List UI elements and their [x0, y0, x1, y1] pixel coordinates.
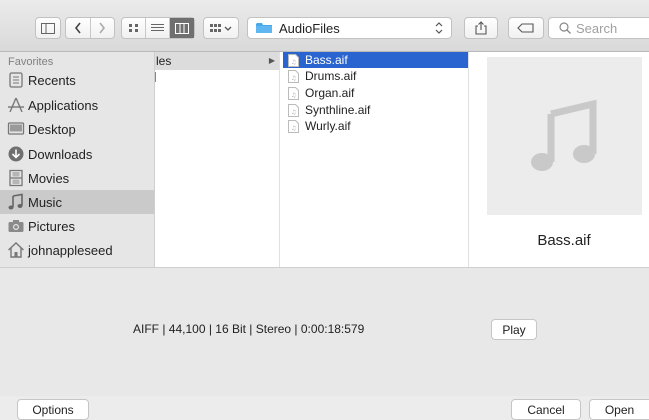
- music-note-icon: [530, 99, 596, 171]
- disclosure-triangle-icon: ▶: [268, 56, 275, 65]
- list-view-icon: [151, 24, 164, 31]
- sidebar-item-music[interactable]: Music: [0, 190, 154, 214]
- file-name: Organ.aif: [305, 86, 355, 100]
- sidebar-item-pictures[interactable]: Pictures: [0, 214, 154, 238]
- sidebar-item-movies[interactable]: Movies: [0, 166, 154, 190]
- chevron-updown-icon: [435, 22, 443, 34]
- forward-button[interactable]: [91, 18, 115, 38]
- desktop-icon: [7, 122, 25, 135]
- parent-folder-label: les: [156, 54, 172, 68]
- audio-metadata: AIFF | 44,100 | 16 Bit | Stereo | 0:00:1…: [133, 322, 365, 336]
- music-note-icon: [8, 193, 23, 210]
- sidebar-item-downloads[interactable]: Downloads: [0, 142, 154, 166]
- share-button[interactable]: [464, 17, 498, 39]
- chevron-right-icon: [99, 22, 106, 34]
- sidebar-item-recents[interactable]: Recents: [0, 68, 154, 92]
- search-field[interactable]: Search: [548, 17, 649, 39]
- view-mode-control: [121, 17, 195, 39]
- file-row[interactable]: ♫ Organ.aif: [283, 85, 468, 101]
- svg-text:♫: ♫: [291, 75, 296, 82]
- column-view-button[interactable]: [170, 18, 194, 38]
- sidebar-item-desktop[interactable]: Desktop: [0, 117, 154, 141]
- navigation-buttons: [65, 17, 115, 39]
- audio-file-icon: ♫: [288, 119, 299, 133]
- file-name: Bass.aif: [305, 53, 348, 67]
- open-button[interactable]: Open: [589, 399, 649, 420]
- share-icon: [475, 21, 487, 35]
- back-button[interactable]: [66, 18, 91, 38]
- parent-folder-row[interactable]: les ▶: [155, 52, 279, 70]
- options-button[interactable]: Options: [17, 399, 89, 420]
- file-name: Wurly.aif: [305, 119, 351, 133]
- sidebar-item-label: Pictures: [28, 218, 75, 234]
- path-popup[interactable]: AudioFiles: [247, 17, 452, 39]
- tag-icon: [517, 23, 534, 33]
- icon-view-icon: [128, 24, 138, 32]
- downloads-icon: [8, 146, 24, 162]
- audio-file-icon: ♫: [288, 53, 299, 67]
- file-name: Drums.aif: [305, 69, 357, 83]
- parent-column: les ▶: [155, 52, 280, 267]
- svg-text:♫: ♫: [291, 92, 296, 99]
- sidebar-item-label: Movies: [28, 170, 70, 186]
- icon-view-button[interactable]: [122, 18, 146, 38]
- file-row[interactable]: ♫ Synthline.aif: [283, 102, 468, 118]
- album-art-placeholder: [487, 57, 642, 215]
- play-button[interactable]: Play: [491, 319, 537, 340]
- toolbar: AudioFiles Search: [0, 0, 649, 52]
- sidebar: Favorites Recents Applications Desktop D…: [0, 52, 155, 267]
- cancel-button[interactable]: Cancel: [511, 399, 581, 420]
- file-name: Synthline.aif: [305, 103, 371, 117]
- sidebar-item-label: johnappleseed: [28, 242, 113, 258]
- sidebar-item-label: Music: [28, 194, 62, 210]
- file-row[interactable]: ♫ Drums.aif: [283, 68, 468, 84]
- folder-icon: [256, 23, 272, 33]
- sidebar-item-home[interactable]: johnappleseed: [0, 238, 154, 262]
- sidebar-item-label: Downloads: [28, 146, 93, 162]
- audio-file-icon: ♫: [288, 103, 299, 117]
- sidebar-heading: Favorites: [8, 56, 54, 68]
- file-info-area: AIFF | 44,100 | 16 Bit | Stereo | 0:00:1…: [0, 267, 649, 396]
- arrange-button[interactable]: [203, 17, 239, 39]
- file-column: ♫ Bass.aif ♫ Drums.aif ♫ Organ.aif ♫ Syn…: [280, 52, 469, 267]
- sidebar-toggle-button[interactable]: [35, 17, 61, 39]
- search-icon: [559, 22, 571, 34]
- sidebar-item-label: Applications: [28, 97, 99, 113]
- sidebar-toggle-icon: [41, 22, 55, 34]
- preview-filename: Bass.aif: [537, 232, 591, 249]
- svg-text:♫: ♫: [291, 109, 296, 116]
- sidebar-item-label: Recents: [28, 72, 76, 88]
- film-icon: [9, 169, 23, 187]
- svg-text:♫: ♫: [291, 125, 296, 132]
- sidebar-item-label: Desktop: [28, 121, 76, 137]
- applications-icon: [8, 97, 24, 113]
- camera-icon: [8, 220, 24, 232]
- list-view-button[interactable]: [146, 18, 170, 38]
- audio-file-icon: ♫: [288, 69, 299, 83]
- home-icon: [8, 242, 24, 258]
- recents-icon: [9, 72, 23, 88]
- dialog-footer: Options Cancel Open: [0, 396, 649, 420]
- column-fragment: [155, 72, 156, 82]
- tag-button[interactable]: [508, 17, 544, 39]
- svg-text:♫: ♫: [291, 59, 296, 66]
- arrange-grid-icon: [210, 24, 232, 32]
- column-view-icon: [175, 22, 189, 34]
- sidebar-item-applications[interactable]: Applications: [0, 93, 154, 117]
- preview-pane: Bass.aif: [469, 52, 649, 267]
- file-row[interactable]: ♫ Wurly.aif: [283, 118, 468, 134]
- search-placeholder: Search: [576, 20, 618, 36]
- path-label: AudioFiles: [279, 20, 340, 36]
- chevron-left-icon: [74, 22, 81, 34]
- audio-file-icon: ♫: [288, 86, 299, 100]
- file-row[interactable]: ♫ Bass.aif: [283, 52, 468, 68]
